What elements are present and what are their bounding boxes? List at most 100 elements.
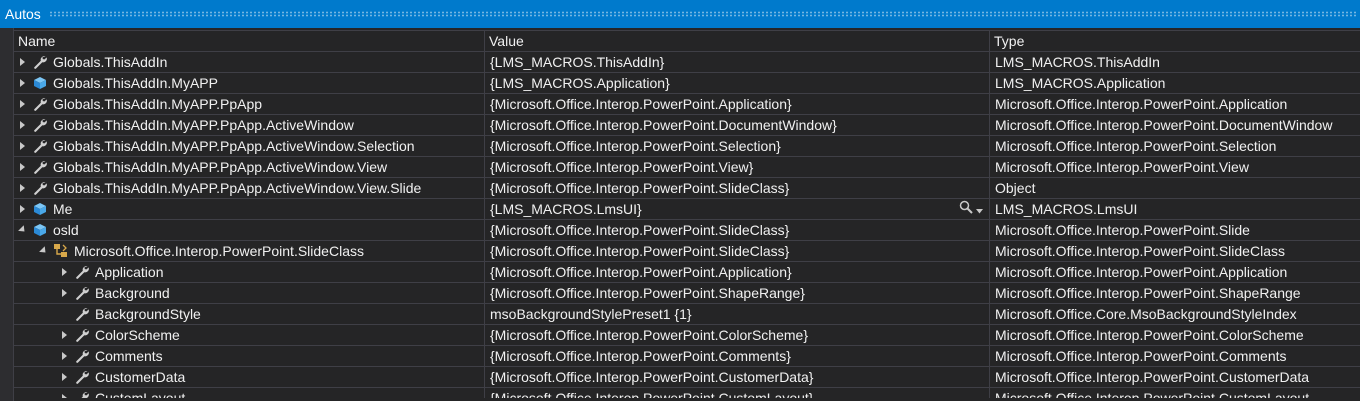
- autos-row[interactable]: Microsoft.Office.Interop.PowerPoint.Slid…: [14, 241, 1360, 262]
- expand-arrow-icon[interactable]: [16, 178, 28, 198]
- autos-rows: Globals.ThisAddIn {LMS_MACROS.ThisAddIn} L…: [14, 52, 1360, 398]
- autos-row[interactable]: Globals.ThisAddIn.MyAPP.PpApp.ActiveWind…: [14, 157, 1360, 178]
- expand-arrow-icon[interactable]: [58, 262, 70, 282]
- type-cell: Microsoft.Office.Interop.PowerPoint.Slid…: [990, 220, 1360, 240]
- column-header-name[interactable]: Name: [14, 31, 485, 53]
- name-cell[interactable]: Microsoft.Office.Interop.PowerPoint.Slid…: [14, 241, 485, 261]
- wrench-icon: [73, 283, 91, 303]
- type-cell: Microsoft.Office.Interop.PowerPoint.Sele…: [990, 136, 1360, 156]
- autos-row[interactable]: Globals.ThisAddIn.MyAPP.PpApp.ActiveWind…: [14, 115, 1360, 136]
- autos-row[interactable]: BackgroundStyle msoBackgroundStylePreset1…: [14, 304, 1360, 325]
- name-cell[interactable]: Globals.ThisAddIn.MyAPP: [14, 73, 485, 93]
- autos-row[interactable]: Comments {Microsoft.Office.Interop.PowerP…: [14, 346, 1360, 367]
- variable-type: Microsoft.Office.Interop.PowerPoint.Slid…: [995, 222, 1250, 238]
- collapse-arrow-icon[interactable]: [16, 220, 28, 240]
- expand-arrow-icon[interactable]: [58, 325, 70, 345]
- variable-value: {Microsoft.Office.Interop.PowerPoint.App…: [490, 96, 792, 112]
- value-cell[interactable]: {Microsoft.Office.Interop.PowerPoint.Sli…: [485, 241, 990, 261]
- variable-value: {Microsoft.Office.Interop.PowerPoint.Com…: [490, 348, 791, 364]
- wrench-icon: [73, 325, 91, 345]
- variable-value: {LMS_MACROS.LmsUI}: [490, 201, 642, 217]
- autos-row[interactable]: CustomerData {Microsoft.Office.Interop.Po…: [14, 367, 1360, 388]
- name-cell[interactable]: BackgroundStyle: [14, 304, 485, 324]
- autos-row[interactable]: osld {Microsoft.Office.Interop.PowerPoint…: [14, 220, 1360, 241]
- dropdown-arrow-icon: [976, 199, 983, 219]
- name-cell[interactable]: Globals.ThisAddIn.MyAPP.PpApp.ActiveWind…: [14, 178, 485, 198]
- variable-type: LMS_MACROS.Application: [995, 75, 1166, 91]
- variable-name: BackgroundStyle: [95, 306, 201, 322]
- variable-type: Microsoft.Office.Interop.PowerPoint.View: [995, 159, 1249, 175]
- visualizer-button[interactable]: [959, 199, 983, 219]
- name-cell[interactable]: Globals.ThisAddIn: [14, 52, 485, 72]
- variable-value: {Microsoft.Office.Interop.PowerPoint.Sha…: [490, 285, 805, 301]
- title-bar-grip[interactable]: [48, 11, 1356, 17]
- variable-type: Microsoft.Office.Interop.PowerPoint.Sele…: [995, 138, 1277, 154]
- value-cell[interactable]: {LMS_MACROS.LmsUI}: [485, 199, 990, 219]
- name-cell[interactable]: Me: [14, 199, 485, 219]
- value-cell[interactable]: {Microsoft.Office.Interop.PowerPoint.Cus…: [485, 367, 990, 387]
- name-cell[interactable]: Globals.ThisAddIn.MyAPP.PpApp.ActiveWind…: [14, 115, 485, 135]
- value-cell[interactable]: {Microsoft.Office.Interop.PowerPoint.Cus…: [485, 388, 990, 398]
- cube-icon: [31, 220, 49, 240]
- variable-value: msoBackgroundStylePreset1 {1}: [490, 306, 692, 322]
- expand-arrow-icon[interactable]: [58, 367, 70, 387]
- autos-row[interactable]: Globals.ThisAddIn.MyAPP.PpApp.ActiveWind…: [14, 136, 1360, 157]
- value-cell[interactable]: {Microsoft.Office.Interop.PowerPoint.Doc…: [485, 115, 990, 135]
- autos-title-bar[interactable]: Autos: [0, 0, 1360, 28]
- name-cell[interactable]: Globals.ThisAddIn.MyAPP.PpApp.ActiveWind…: [14, 157, 485, 177]
- expand-arrow-icon[interactable]: [16, 115, 28, 135]
- name-cell[interactable]: Globals.ThisAddIn.MyAPP.PpApp: [14, 94, 485, 114]
- autos-row[interactable]: ColorScheme {Microsoft.Office.Interop.Pow…: [14, 325, 1360, 346]
- expand-arrow-icon[interactable]: [58, 283, 70, 303]
- column-header-value[interactable]: Value: [485, 31, 990, 53]
- type-cell: Object: [990, 178, 1360, 198]
- expand-arrow-icon[interactable]: [16, 199, 28, 219]
- name-cell[interactable]: CustomerData: [14, 367, 485, 387]
- value-cell[interactable]: {Microsoft.Office.Interop.PowerPoint.Sel…: [485, 136, 990, 156]
- expand-arrow-icon[interactable]: [16, 52, 28, 72]
- value-cell[interactable]: {Microsoft.Office.Interop.PowerPoint.Col…: [485, 325, 990, 345]
- variable-value: {Microsoft.Office.Interop.PowerPoint.Doc…: [490, 117, 837, 133]
- value-cell[interactable]: {Microsoft.Office.Interop.PowerPoint.Sli…: [485, 178, 990, 198]
- tool-window-margin: [0, 28, 14, 401]
- expand-arrow-icon[interactable]: [58, 388, 70, 398]
- value-cell[interactable]: msoBackgroundStylePreset1 {1}: [485, 304, 990, 324]
- autos-row[interactable]: CustomLayout {Microsoft.Office.Interop.Po…: [14, 388, 1360, 398]
- value-cell[interactable]: {Microsoft.Office.Interop.PowerPoint.App…: [485, 94, 990, 114]
- name-cell[interactable]: ColorScheme: [14, 325, 485, 345]
- autos-row[interactable]: Globals.ThisAddIn.MyAPP.PpApp.ActiveWind…: [14, 178, 1360, 199]
- autos-row[interactable]: Globals.ThisAddIn.MyAPP {LMS_MACROS.Appli…: [14, 73, 1360, 94]
- expand-arrow-icon[interactable]: [58, 346, 70, 366]
- value-cell[interactable]: {Microsoft.Office.Interop.PowerPoint.Com…: [485, 346, 990, 366]
- autos-row[interactable]: Globals.ThisAddIn {LMS_MACROS.ThisAddIn} L…: [14, 52, 1360, 73]
- value-cell[interactable]: {Microsoft.Office.Interop.PowerPoint.Sha…: [485, 283, 990, 303]
- expand-arrow-icon[interactable]: [16, 73, 28, 93]
- expand-arrow-icon[interactable]: [16, 157, 28, 177]
- name-cell[interactable]: Comments: [14, 346, 485, 366]
- name-cell[interactable]: Background: [14, 283, 485, 303]
- variable-name: Comments: [95, 348, 163, 364]
- column-header-type[interactable]: Type: [990, 31, 1360, 53]
- variable-name: Globals.ThisAddIn.MyAPP.PpApp: [53, 96, 263, 112]
- value-cell[interactable]: {Microsoft.Office.Interop.PowerPoint.Sli…: [485, 220, 990, 240]
- name-cell[interactable]: Application: [14, 262, 485, 282]
- value-cell[interactable]: {LMS_MACROS.ThisAddIn}: [485, 52, 990, 72]
- collapse-arrow-icon[interactable]: [37, 241, 49, 261]
- autos-grid: Name Value Type Globals.ThisAddIn {LMS_MA…: [14, 30, 1360, 398]
- variable-value: {Microsoft.Office.Interop.PowerPoint.Col…: [490, 327, 809, 343]
- variable-name: Globals.ThisAddIn.MyAPP.PpApp.ActiveWind…: [53, 159, 388, 175]
- variable-value: {LMS_MACROS.Application}: [490, 75, 670, 91]
- value-cell[interactable]: {Microsoft.Office.Interop.PowerPoint.App…: [485, 262, 990, 282]
- name-cell[interactable]: CustomLayout: [14, 388, 485, 398]
- name-cell[interactable]: Globals.ThisAddIn.MyAPP.PpApp.ActiveWind…: [14, 136, 485, 156]
- name-cell[interactable]: osld: [14, 220, 485, 240]
- expand-arrow-icon[interactable]: [16, 94, 28, 114]
- autos-row[interactable]: Application {Microsoft.Office.Interop.Pow…: [14, 262, 1360, 283]
- autos-row[interactable]: Globals.ThisAddIn.MyAPP.PpApp {Microsoft.…: [14, 94, 1360, 115]
- autos-row[interactable]: Me {LMS_MACROS.LmsUI} LMS_MACROS.LmsUI: [14, 199, 1360, 220]
- value-cell[interactable]: {LMS_MACROS.Application}: [485, 73, 990, 93]
- value-cell[interactable]: {Microsoft.Office.Interop.PowerPoint.Vie…: [485, 157, 990, 177]
- autos-row[interactable]: Background {Microsoft.Office.Interop.Powe…: [14, 283, 1360, 304]
- expand-arrow-icon[interactable]: [16, 136, 28, 156]
